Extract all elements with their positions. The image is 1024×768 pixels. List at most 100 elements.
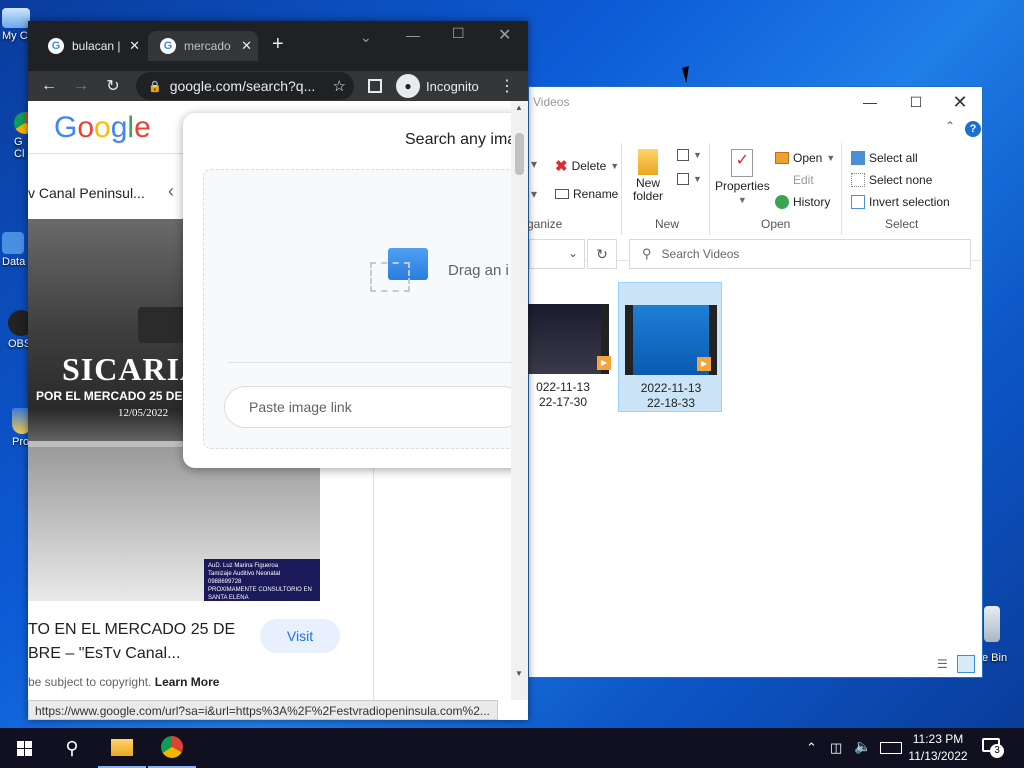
tab-strip: G bulacan | ✕ G mercado ✕ + ⌄ — ☐ ✕ xyxy=(28,21,528,71)
folder-icon xyxy=(638,149,659,175)
close-tab-icon[interactable]: ✕ xyxy=(241,38,252,54)
close-tab-icon[interactable]: ✕ xyxy=(129,38,140,54)
desktop-icon-label: Pro xyxy=(12,436,30,448)
scroll-down-icon[interactable]: ▼ xyxy=(515,669,523,678)
select-none-button[interactable]: Select none xyxy=(851,173,932,187)
learn-more-link[interactable]: Learn More xyxy=(155,675,220,689)
select-group-label: Select xyxy=(885,217,919,231)
chevron-down-icon: ▼ xyxy=(826,153,836,163)
result-title[interactable]: v Canal Peninsul... xyxy=(28,185,145,201)
open-button[interactable]: Open ▼ xyxy=(775,151,835,165)
new-item-icon xyxy=(677,149,689,161)
minimize-button[interactable]: — xyxy=(847,87,893,117)
ribbon-divider xyxy=(841,143,842,235)
tab-search-icon[interactable]: ⌄ xyxy=(360,29,372,46)
file-item-selected[interactable]: ▶ 2022-11-13 22-18-33 xyxy=(618,282,722,412)
url-text: google.com/search?q... xyxy=(169,78,316,94)
visit-button[interactable]: Visit xyxy=(260,619,340,653)
desktop-icon-label: G Cl xyxy=(14,136,25,160)
scroll-up-icon[interactable]: ▲ xyxy=(515,103,523,112)
copy-to-button[interactable]: ▾ xyxy=(531,187,537,201)
invert-selection-button[interactable]: Invert selection xyxy=(851,195,950,209)
computer-icon xyxy=(2,8,30,28)
large-icons-view-icon[interactable] xyxy=(957,655,975,673)
file-explorer-window[interactable]: Videos — ☐ ✕ ⌃ ? ▾ ▾ ✖ Delete ▼ Rename r… xyxy=(517,86,983,678)
more-menu-icon[interactable]: ⋮ xyxy=(496,75,518,97)
chevron-left-icon[interactable]: ‹ xyxy=(168,181,174,202)
image-upload-icon xyxy=(370,248,428,292)
drag-image-text: Drag an i xyxy=(448,262,509,279)
delete-button[interactable]: ✖ Delete ▼ xyxy=(555,157,619,175)
maximize-icon[interactable]: ☐ xyxy=(452,25,465,42)
scroll-thumb[interactable] xyxy=(515,133,524,175)
desktop-icon-recycle-bin[interactable]: e Bin xyxy=(982,606,1024,664)
edit-icon xyxy=(775,174,789,186)
incognito-label: Incognito xyxy=(426,79,479,94)
address-bar[interactable]: ⌄ xyxy=(529,239,585,269)
reload-icon[interactable]: ↻ xyxy=(102,75,124,97)
taskbar: ⚲ ⌃ ◫ 🔈 11:23 PM 11/13/2022 3 xyxy=(0,728,1024,768)
close-window-icon[interactable]: ✕ xyxy=(498,25,511,45)
search-input[interactable]: Search Videos xyxy=(662,247,740,261)
result-caption-line2[interactable]: BRE – "EsTv Canal... xyxy=(28,645,180,663)
video-play-icon: ▶ xyxy=(697,357,711,371)
lens-search-popup: Search any ima Drag an i Paste image lin… xyxy=(183,113,511,468)
side-panel-icon[interactable] xyxy=(364,75,386,97)
properties-button[interactable]: ✓ Properties ▼ xyxy=(715,149,770,205)
search-button[interactable]: ⚲ xyxy=(48,728,96,768)
address-bar[interactable]: 🔒 google.com/search?q... ☆ xyxy=(136,72,354,100)
select-all-button[interactable]: Select all xyxy=(851,151,918,165)
delete-icon: ✖ xyxy=(555,158,568,175)
move-button[interactable]: ▾ xyxy=(531,157,537,171)
chrome-taskbar-button[interactable] xyxy=(148,728,196,768)
new-tab-icon[interactable]: + xyxy=(272,33,284,56)
open-group-label: Open xyxy=(761,217,791,231)
google-logo[interactable]: Google xyxy=(54,111,151,145)
windows-logo-icon xyxy=(16,740,32,756)
search-box[interactable]: ⚲ Search Videos xyxy=(629,239,971,269)
close-button[interactable]: ✕ xyxy=(937,87,983,117)
properties-icon: ✓ xyxy=(731,149,754,177)
action-center-button[interactable]: 3 xyxy=(982,738,1004,758)
file-name: 2022-11-13 22-18-33 xyxy=(640,381,702,410)
image-drop-zone[interactable]: Drag an i Paste image link xyxy=(203,169,511,449)
ribbon-divider xyxy=(621,143,622,235)
lock-icon: 🔒 xyxy=(148,80,162,93)
paste-image-link-input[interactable]: Paste image link xyxy=(224,386,511,428)
help-icon[interactable]: ? xyxy=(965,121,981,137)
mouse-cursor xyxy=(682,64,698,84)
new-item-button[interactable]: ▼ xyxy=(677,149,702,161)
explorer-titlebar[interactable]: Videos — ☐ ✕ xyxy=(529,87,982,117)
tab-bulacan[interactable]: G bulacan | ✕ xyxy=(36,31,146,61)
bookmark-star-icon[interactable]: ☆ xyxy=(333,77,346,95)
back-icon[interactable]: ← xyxy=(38,75,60,97)
start-button[interactable] xyxy=(0,728,48,768)
result-caption-line1[interactable]: TO EN EL MERCADO 25 DE xyxy=(28,621,235,639)
desktop-icon-label: Data xyxy=(2,256,26,268)
keyboard-icon[interactable] xyxy=(880,742,902,754)
minimize-icon[interactable]: — xyxy=(406,27,420,43)
edit-button[interactable]: Edit xyxy=(775,173,814,187)
history-button[interactable]: History xyxy=(775,195,830,209)
tab-mercado[interactable]: G mercado ✕ xyxy=(148,31,258,61)
chevron-down-icon: ▼ xyxy=(737,195,747,205)
easy-access-button[interactable]: ▼ xyxy=(677,173,702,185)
forward-icon[interactable]: → xyxy=(70,75,92,97)
refresh-button[interactable]: ↻ xyxy=(587,239,617,269)
new-folder-button[interactable]: New folder xyxy=(633,149,663,203)
show-hidden-icons-icon[interactable]: ⌃ xyxy=(806,740,817,756)
details-view-icon[interactable]: ☰ xyxy=(937,657,948,671)
page-scrollbar[interactable]: ▲ ▼ xyxy=(511,101,528,700)
chrome-window[interactable]: G bulacan | ✕ G mercado ✕ + ⌄ — ☐ ✕ ← → … xyxy=(28,21,528,720)
rename-button[interactable]: Rename xyxy=(555,187,618,201)
clock[interactable]: 11:23 PM 11/13/2022 xyxy=(906,731,970,765)
google-favicon-icon: G xyxy=(48,38,64,54)
maximize-button[interactable]: ☐ xyxy=(893,87,939,117)
network-icon[interactable]: ◫ xyxy=(830,740,842,756)
chevron-up-icon[interactable]: ⌃ xyxy=(945,119,955,133)
volume-icon[interactable]: 🔈 xyxy=(854,738,871,755)
file-explorer-taskbar-button[interactable] xyxy=(98,728,146,768)
desktop-icon-label: e Bin xyxy=(982,652,1008,664)
notification-count-badge: 3 xyxy=(990,744,1004,758)
folder-icon xyxy=(111,738,133,756)
